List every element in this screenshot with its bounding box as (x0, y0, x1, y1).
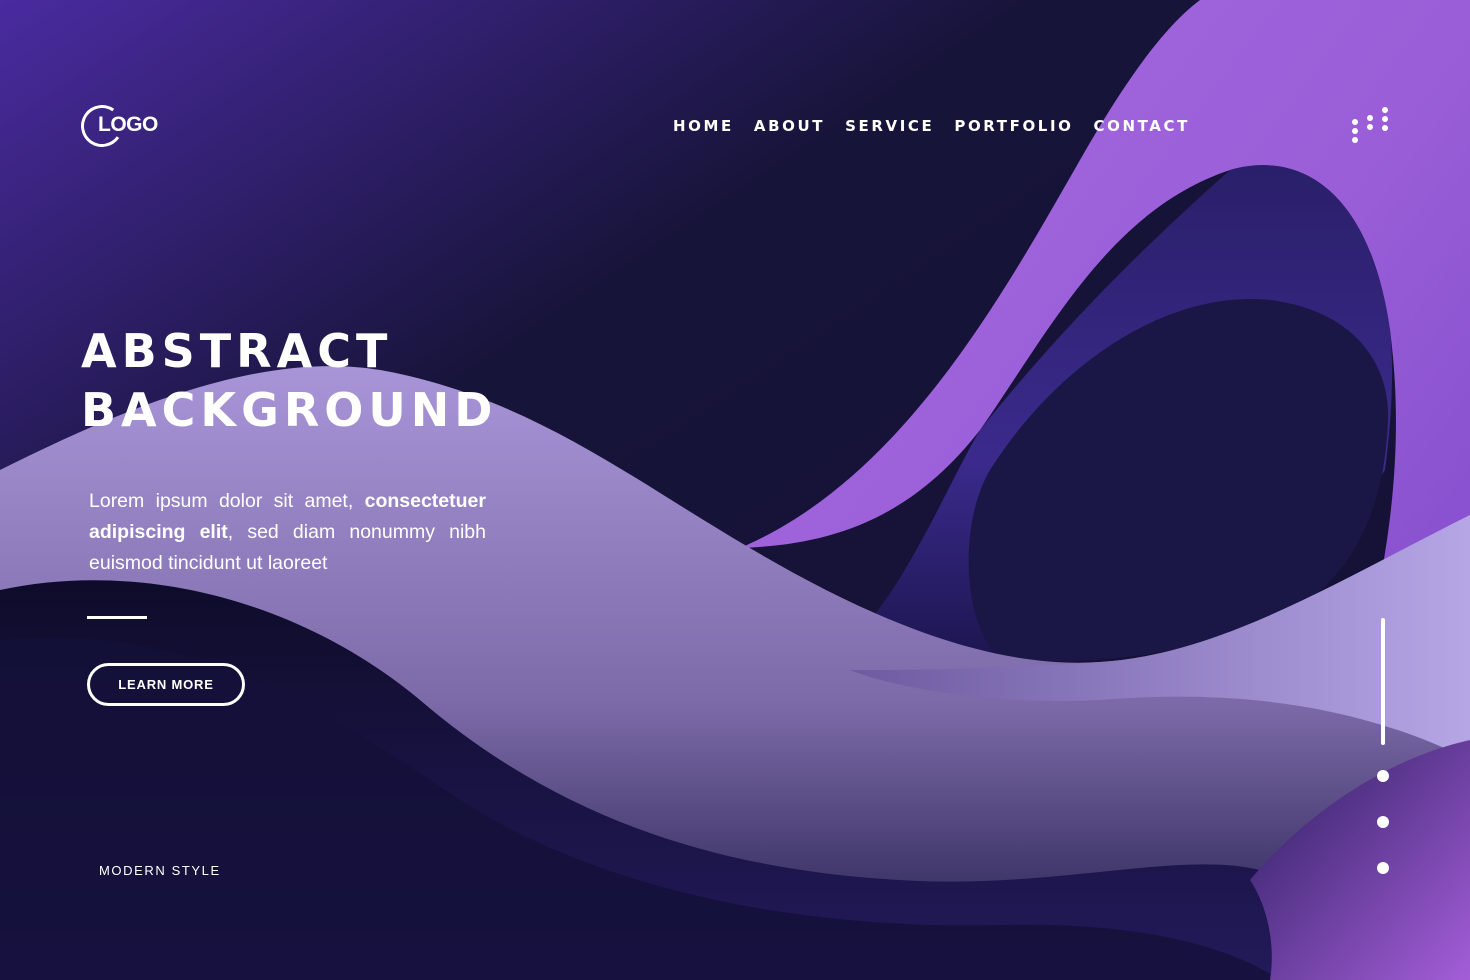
menu-dot (1352, 128, 1358, 134)
menu-dot (1382, 107, 1388, 113)
hero-title: ABSTRACT BACKGROUND (81, 322, 497, 440)
dots-grid-icon[interactable] (1348, 104, 1392, 146)
pager-dot[interactable] (1377, 770, 1389, 782)
hero-title-line: BACKGROUND (81, 383, 498, 437)
menu-dot (1367, 115, 1373, 121)
menu-dot (1382, 125, 1388, 131)
main-nav: HOME ABOUT SERVICE PORTFOLIO CONTACT (673, 117, 1190, 135)
menu-dot (1352, 119, 1358, 125)
nav-service[interactable]: SERVICE (845, 117, 934, 135)
menu-dot (1367, 124, 1373, 130)
hero-divider (87, 616, 147, 619)
hero-description: Lorem ipsum dolor sit amet, consectetuer… (89, 486, 486, 579)
pager-dot[interactable] (1377, 862, 1389, 874)
pager-active-indicator[interactable] (1381, 618, 1385, 745)
menu-dot (1382, 116, 1388, 122)
pager-dot[interactable] (1377, 816, 1389, 828)
hero-title-line: ABSTRACT (81, 324, 393, 378)
nav-portfolio[interactable]: PORTFOLIO (954, 117, 1073, 135)
nav-home[interactable]: HOME (673, 117, 734, 135)
menu-dot (1352, 137, 1358, 143)
logo-text: LOGO (98, 113, 158, 136)
logo[interactable]: LOGO (77, 101, 171, 153)
nav-contact[interactable]: CONTACT (1094, 117, 1190, 135)
description-text: Lorem ipsum dolor sit amet, (89, 490, 365, 512)
learn-more-button[interactable]: LEARN MORE (87, 663, 245, 706)
nav-about[interactable]: ABOUT (754, 117, 825, 135)
footer-tagline: MODERN STYLE (99, 863, 221, 878)
